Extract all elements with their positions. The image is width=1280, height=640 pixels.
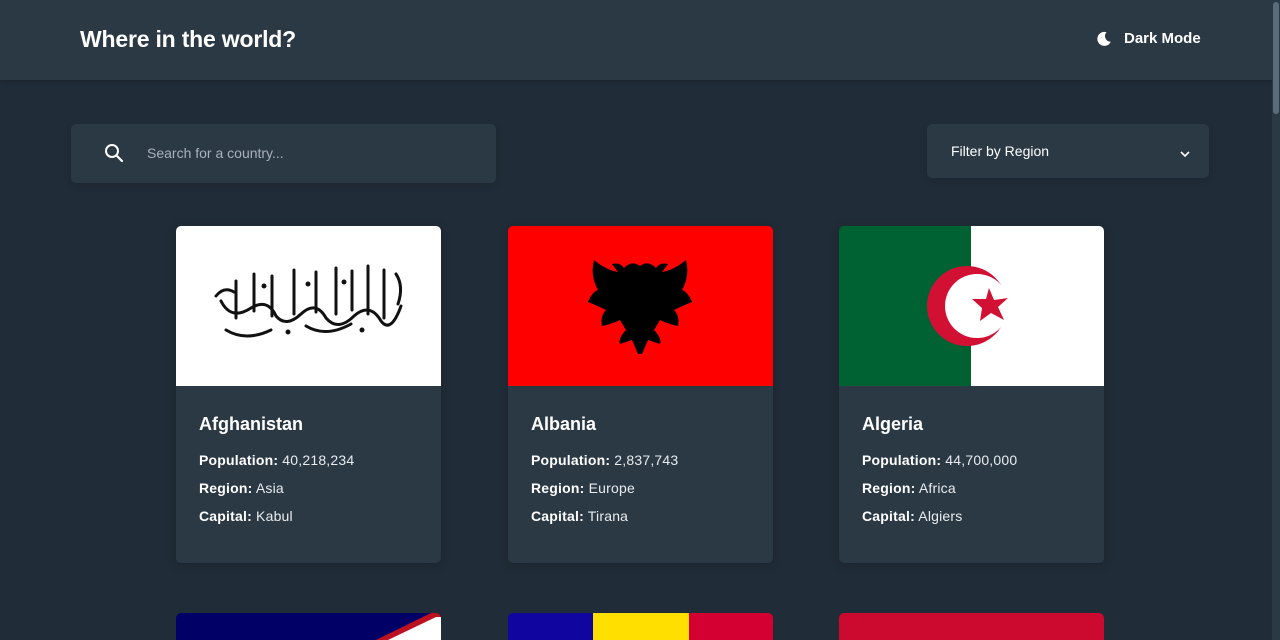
scrollbar-thumb[interactable]: [1273, 2, 1279, 114]
country-name: Albania: [531, 414, 597, 434]
flag-afghanistan: [176, 226, 441, 386]
country-card-andorra[interactable]: [508, 613, 773, 640]
capital-value: Kabul: [256, 508, 293, 524]
capital-label: Capital:: [862, 508, 915, 524]
region-value: Asia: [255, 480, 284, 496]
capital-value: Tirana: [587, 508, 629, 524]
region-label: Region:: [199, 480, 253, 496]
search-input[interactable]: [147, 142, 467, 164]
calligraphy-emblem: [214, 264, 403, 338]
population-value: 2,837,743: [614, 452, 679, 468]
population-value: 44,700,000: [945, 452, 1018, 468]
region-row: Region: Europe: [531, 480, 635, 496]
capital-row: Capital: Tirana: [531, 508, 628, 524]
region-label: Region:: [531, 480, 585, 496]
country-card-afghanistan[interactable]: Afghanistan Population: 40,218,234 Regio…: [176, 226, 441, 563]
region-filter-select[interactable]: Filter by Region: [927, 124, 1209, 178]
double-headed-eagle-emblem: [588, 260, 692, 354]
country-card-algeria[interactable]: Algeria Population: 44,700,000 Region: A…: [839, 226, 1104, 563]
scrollbar[interactable]: [1272, 0, 1280, 640]
search-box: [71, 124, 496, 183]
dark-mode-toggle[interactable]: Dark Mode: [1096, 30, 1201, 47]
app-title: Where in the world?: [80, 26, 296, 52]
country-card-angola[interactable]: [839, 613, 1104, 640]
population-label: Population:: [199, 452, 279, 468]
country-card-american-samoa[interactable]: [176, 613, 441, 640]
flag-angola: [839, 613, 1104, 640]
country-name: Algeria: [862, 414, 924, 434]
header: Where in the world? Dark Mode: [0, 0, 1280, 80]
population-label: Population:: [531, 452, 611, 468]
flag-algeria: [839, 226, 1104, 386]
region-row: Region: Africa: [862, 480, 956, 496]
region-value: Europe: [588, 480, 635, 496]
population-value: 40,218,234: [282, 452, 355, 468]
flag-andorra: [508, 613, 773, 640]
dark-mode-label: Dark Mode: [1124, 30, 1201, 47]
moon-icon: [1096, 31, 1112, 47]
region-label: Region:: [862, 480, 916, 496]
capital-row: Capital: Kabul: [199, 508, 293, 524]
population-row: Population: 40,218,234: [199, 452, 354, 468]
capital-label: Capital:: [199, 508, 252, 524]
search-icon: [104, 143, 124, 168]
population-label: Population:: [862, 452, 942, 468]
capital-value: Algiers: [918, 508, 963, 524]
country-card-albania[interactable]: Albania Population: 2,837,743 Region: Eu…: [508, 226, 773, 563]
region-filter-label: Filter by Region: [951, 143, 1050, 159]
flag-albania: [508, 226, 773, 386]
chevron-down-icon: [1179, 146, 1191, 164]
population-row: Population: 44,700,000: [862, 452, 1017, 468]
country-name: Afghanistan: [199, 414, 304, 434]
flag-american-samoa: [176, 613, 441, 640]
capital-label: Capital:: [531, 508, 584, 524]
population-row: Population: 2,837,743: [531, 452, 678, 468]
capital-row: Capital: Algiers: [862, 508, 962, 524]
region-value: Africa: [918, 480, 956, 496]
crescent-star-emblem: [839, 226, 1104, 386]
region-row: Region: Asia: [199, 480, 284, 496]
